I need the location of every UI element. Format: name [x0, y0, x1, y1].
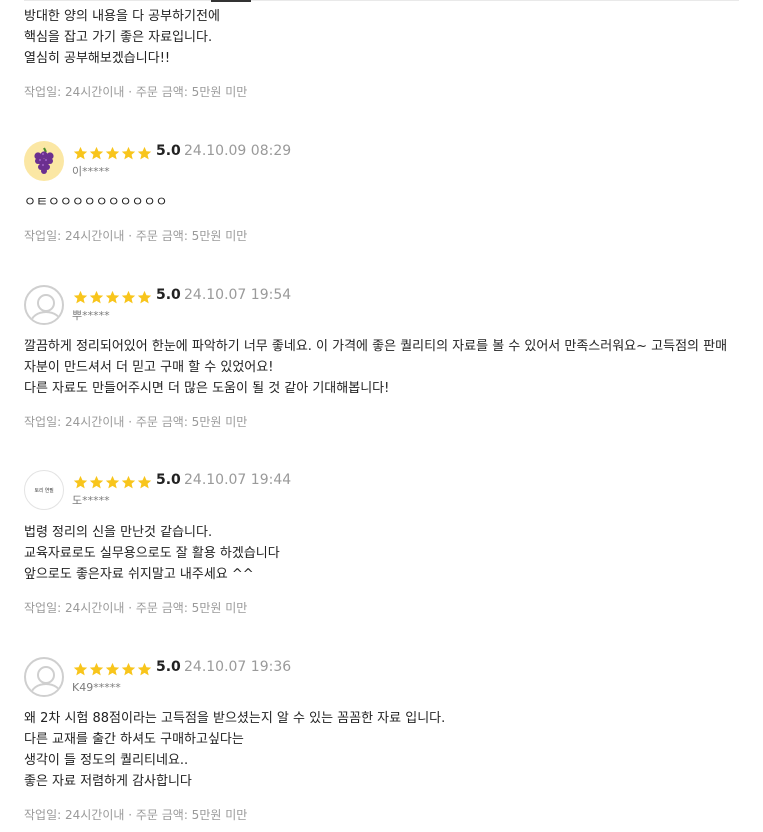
review-meta: 작업일: 24시간이내 · 주문 금액: 5만원 미만 — [24, 85, 248, 99]
review-header: 5.0 24.10.07 19:54 뿌***** — [24, 285, 724, 327]
review-line: 방대한 양의 내용을 다 공부하기전에 — [24, 9, 220, 24]
star-icon — [73, 662, 88, 675]
reviewer-name: 이***** — [72, 165, 110, 178]
review-text: ㅇㅌㅇㅇㅇㅇㅇㅇㅇㅇㅇㅇ — [24, 192, 168, 213]
review-meta: 작업일: 24시간이내 · 주문 금액: 5만원 미만 — [24, 808, 248, 822]
star-icon — [73, 475, 88, 488]
logo-icon: 토리 연필 — [34, 487, 54, 494]
avatar[interactable] — [24, 657, 64, 697]
review-text: 방대한 양의 내용을 다 공부하기전에 핵심을 잡고 가기 좋은 자료입니다. … — [24, 6, 220, 69]
review-date: 24.10.07 19:44 — [184, 472, 292, 488]
reviewer-name: 뿌***** — [72, 309, 110, 322]
reviewer-name: 도***** — [72, 494, 110, 507]
star-icon — [105, 662, 120, 675]
review-header: 토리 연필 5.0 24.10.07 19:44 도***** — [24, 470, 724, 512]
star-icon — [137, 662, 152, 675]
rating-score: 5.0 — [156, 659, 181, 675]
star-icon — [89, 475, 104, 488]
star-icon — [105, 475, 120, 488]
rating-stars — [73, 289, 152, 305]
star-icon — [73, 290, 88, 303]
review-line: 교육자료로도 실무용으로도 잘 활용 하겠습니다 — [24, 546, 280, 561]
review-line: 다른 교재를 출간 하셔도 구매하고싶다는 — [24, 732, 244, 747]
review-header: 5.0 24.10.09 08:29 이***** — [24, 141, 724, 183]
star-icon — [121, 290, 136, 303]
review-meta: 작업일: 24시간이내 · 주문 금액: 5만원 미만 — [24, 601, 248, 615]
star-icon — [89, 146, 104, 159]
rating-score: 5.0 — [156, 472, 181, 488]
review-line: 자분이 만드셔서 더 믿고 구매 할 수 있었어요! — [24, 360, 274, 375]
grape-icon — [34, 147, 54, 174]
review-line: 깔끔하게 정리되어있어 한눈에 파악하기 너무 좋네요. 이 가격에 좋은 퀄리… — [24, 339, 728, 354]
review-line: 열심히 공부해보겠습니다!! — [24, 51, 171, 66]
review-text: 왜 2차 시험 88점이라는 고득점을 받으셨는지 알 수 있는 꼼꼼한 자료 … — [24, 708, 445, 792]
avatar[interactable] — [24, 141, 64, 181]
rating-score: 5.0 — [156, 143, 181, 159]
rating-score: 5.0 — [156, 287, 181, 303]
star-icon — [121, 146, 136, 159]
review-line: 법령 정리의 신을 만난것 같습니다. — [24, 525, 213, 540]
review-text: 깔끔하게 정리되어있어 한눈에 파악하기 너무 좋네요. 이 가격에 좋은 퀄리… — [24, 336, 727, 399]
default-user-icon — [37, 294, 55, 312]
review-line: 다른 자료도 만들어주시면 더 많은 도움이 될 것 같아 기대해봅니다! — [24, 381, 390, 396]
star-icon — [73, 146, 88, 159]
rating-stars — [73, 474, 152, 490]
review-line: 생각이 들 정도의 퀄리티네요.. — [24, 753, 189, 768]
star-icon — [89, 662, 104, 675]
review-text: 법령 정리의 신을 만난것 같습니다. 교육자료로도 실무용으로도 잘 활용 하… — [24, 522, 280, 585]
star-icon — [137, 290, 152, 303]
rating-stars — [73, 661, 152, 677]
star-icon — [105, 146, 120, 159]
review-date: 24.10.09 08:29 — [184, 143, 292, 159]
star-icon — [137, 146, 152, 159]
default-user-icon — [37, 666, 55, 684]
reviewer-name: K49***** — [72, 681, 121, 694]
review-meta: 작업일: 24시간이내 · 주문 금액: 5만원 미만 — [24, 229, 248, 243]
review-meta: 작업일: 24시간이내 · 주문 금액: 5만원 미만 — [24, 415, 248, 429]
avatar[interactable] — [24, 285, 64, 325]
review-line: 좋은 자료 저렴하게 감사합니다 — [24, 774, 192, 789]
review-date: 24.10.07 19:36 — [184, 659, 292, 675]
review-line: 앞으로도 좋은자료 쉬지말고 내주세요 ^^ — [24, 567, 254, 582]
star-icon — [121, 662, 136, 675]
review-date: 24.10.07 19:54 — [184, 287, 292, 303]
review-header: 5.0 24.10.07 19:36 K49***** — [24, 657, 724, 699]
star-icon — [137, 475, 152, 488]
star-icon — [121, 475, 136, 488]
avatar[interactable]: 토리 연필 — [24, 470, 64, 510]
divider — [24, 0, 739, 2]
review-line: 핵심을 잡고 가기 좋은 자료입니다. — [24, 30, 213, 45]
review-line: 왜 2차 시험 88점이라는 고득점을 받으셨는지 알 수 있는 꼼꼼한 자료 … — [24, 711, 446, 726]
rating-stars — [73, 145, 152, 161]
star-icon — [105, 290, 120, 303]
star-icon — [89, 290, 104, 303]
scroll-indicator — [211, 0, 251, 2]
review-line: ㅇㅌㅇㅇㅇㅇㅇㅇㅇㅇㅇㅇ — [24, 195, 168, 210]
